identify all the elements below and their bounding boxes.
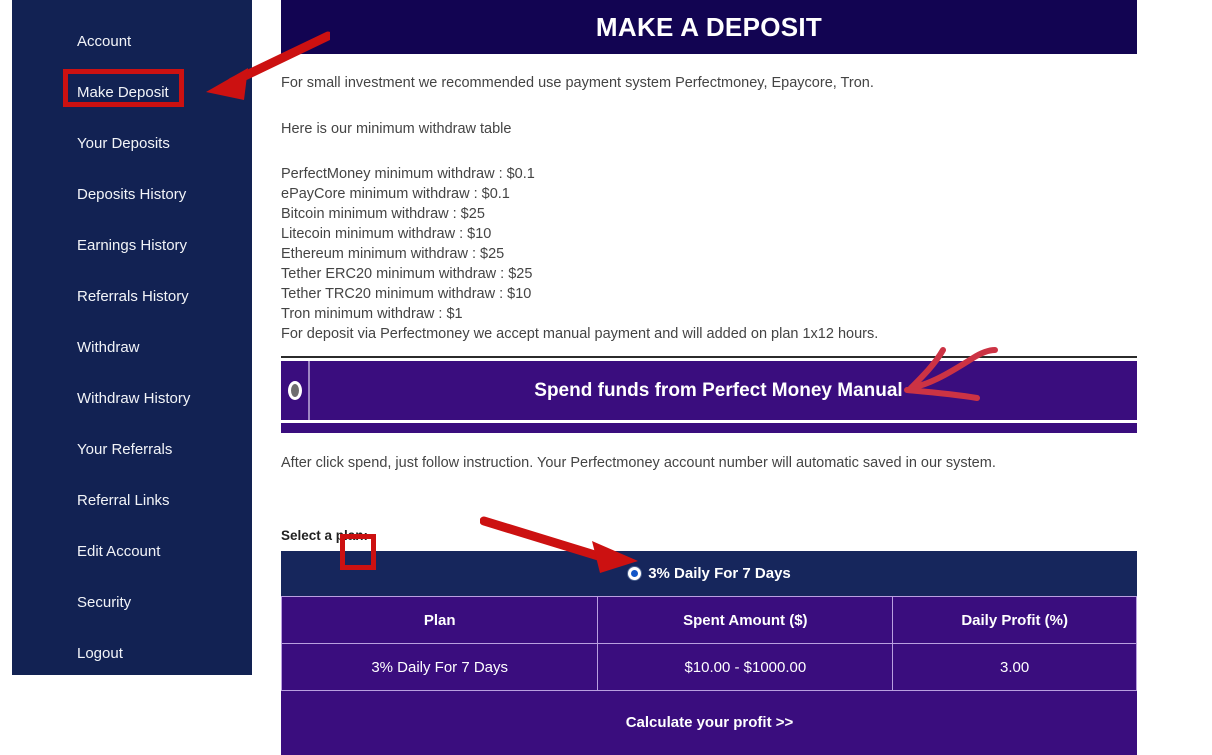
list-item: ePayCore minimum withdraw : $0.1 [281, 186, 510, 202]
list-item: Tron minimum withdraw : $1 [281, 306, 463, 322]
radio-selected-icon[interactable] [627, 566, 643, 581]
list-item: Tether TRC20 minimum withdraw : $10 [281, 286, 532, 302]
sidebar-item-withdraw[interactable]: Withdraw [12, 322, 252, 373]
cell-spent-amount: $10.00 - $1000.00 [597, 643, 894, 691]
sidebar-item-withdraw-history[interactable]: Withdraw History [12, 373, 252, 424]
calculate-profit-button[interactable]: Calculate your profit >> [281, 691, 1137, 755]
cell-daily-profit: 3.00 [892, 643, 1137, 691]
page-title: MAKE A DEPOSIT [281, 0, 1137, 54]
sidebar-item-your-deposits[interactable]: Your Deposits [12, 118, 252, 169]
manual-payment-note: For deposit via Perfectmoney we accept m… [281, 326, 879, 342]
divider [281, 356, 1137, 358]
plan-select-row[interactable]: 3% Daily For 7 Days [281, 551, 1137, 596]
list-item: Ethereum minimum withdraw : $25 [281, 246, 505, 262]
sidebar-item-edit-account[interactable]: Edit Account [12, 526, 252, 577]
after-click-note: After click spend, just follow instructi… [281, 455, 996, 471]
sidebar-item-account[interactable]: Account [12, 16, 252, 67]
spend-funds-underbar [281, 423, 1137, 433]
sidebar-item-label: Make Deposit [77, 84, 169, 101]
sidebar-item-your-referrals[interactable]: Your Referrals [12, 424, 252, 475]
sidebar-item-label: Logout [77, 645, 123, 662]
sidebar-item-label: Your Deposits [77, 135, 170, 152]
cell-plan: 3% Daily For 7 Days [280, 643, 599, 691]
list-item: Tether ERC20 minimum withdraw : $25 [281, 266, 533, 282]
sidebar-item-label: Edit Account [77, 543, 161, 560]
sidebar-item-label: Account [77, 33, 132, 50]
column-header-spent-amount: Spent Amount ($) [597, 596, 894, 644]
sidebar-item-label: Referrals History [77, 288, 189, 305]
sidebar-item-make-deposit[interactable]: Make Deposit [12, 67, 252, 118]
sidebar-item-referrals-history[interactable]: Referrals History [12, 271, 252, 322]
select-plan-label: Select a plan: [281, 528, 369, 543]
column-header-plan: Plan [280, 596, 599, 644]
sidebar-item-label: Withdraw History [77, 390, 191, 407]
main-content: MAKE A DEPOSIT For small investment we r… [280, 0, 1137, 755]
withdraw-minimums-list: PerfectMoney minimum withdraw : $0.1 ePa… [281, 164, 1137, 344]
sidebar-item-label: Referral Links [77, 492, 170, 509]
list-item: PerfectMoney minimum withdraw : $0.1 [281, 166, 535, 182]
sidebar-item-logout[interactable]: Logout [12, 628, 252, 679]
sidebar-item-earnings-history[interactable]: Earnings History [12, 220, 252, 271]
spend-funds-section: Spend funds from Perfect Money Manual [281, 361, 1137, 433]
column-header-daily-profit: Daily Profit (%) [892, 596, 1137, 644]
sidebar-item-label: Withdraw [77, 339, 140, 356]
intro-text: For small investment we recommended use … [281, 75, 874, 91]
list-item: Bitcoin minimum withdraw : $25 [281, 206, 485, 222]
sidebar-item-label: Your Referrals [77, 441, 173, 458]
spend-funds-button[interactable]: Spend funds from Perfect Money Manual [281, 361, 1137, 420]
perfect-money-logo-icon [281, 361, 310, 420]
table-header-row: Plan Spent Amount ($) Daily Profit (%) [280, 596, 1137, 644]
sidebar-item-label: Deposits History [77, 186, 187, 203]
sidebar-item-label: Security [77, 594, 132, 611]
sidebar-item-security[interactable]: Security [12, 577, 252, 628]
spend-funds-label: Spend funds from Perfect Money Manual [534, 379, 903, 401]
sidebar: Account Make Deposit Your Deposits Depos… [12, 0, 252, 675]
table-row: 3% Daily For 7 Days $10.00 - $1000.00 3.… [280, 643, 1137, 691]
sidebar-item-deposits-history[interactable]: Deposits History [12, 169, 252, 220]
selected-plan-label: 3% Daily For 7 Days [648, 565, 791, 582]
sidebar-item-referral-links[interactable]: Referral Links [12, 475, 252, 526]
sidebar-item-label: Earnings History [77, 237, 188, 254]
list-item: Litecoin minimum withdraw : $10 [281, 226, 492, 242]
withdraw-table-intro: Here is our minimum withdraw table [281, 121, 512, 137]
plan-table: Plan Spent Amount ($) Daily Profit (%) 3… [280, 596, 1137, 691]
